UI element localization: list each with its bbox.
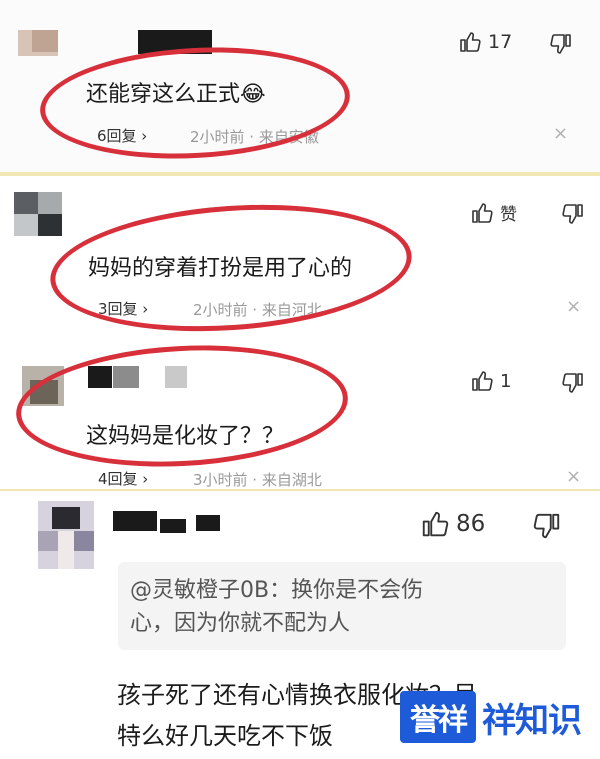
watermark-text: 祥知识 (482, 700, 582, 741)
thumbs-up-icon (472, 202, 493, 223)
replies-button[interactable]: 6回复 › (97, 125, 147, 146)
avatar[interactable] (18, 30, 58, 56)
username-redacted (165, 366, 187, 388)
username-redacted (113, 366, 139, 388)
avatar-blur (30, 380, 58, 404)
like-count: 86 (456, 511, 486, 537)
comment-text: 还能穿这么正式😂 (86, 82, 266, 107)
avatar[interactable] (14, 192, 62, 236)
username-redacted (113, 511, 157, 531)
comment-meta: 2小时前 · 来自河北 (193, 301, 322, 319)
laughing-emoji-icon: 😂 (240, 82, 266, 107)
close-icon[interactable]: × (553, 123, 568, 144)
dislike-button[interactable] (532, 511, 562, 545)
close-icon[interactable]: × (566, 296, 581, 317)
avatar-blur (52, 507, 80, 529)
thumbs-up-icon (422, 511, 449, 537)
like-button[interactable]: 1 (470, 369, 511, 393)
like-label: 赞 (500, 205, 517, 225)
comment-text: 妈妈的穿着打扮是用了心的 (88, 256, 353, 281)
like-button[interactable]: 赞 (470, 200, 517, 225)
watermark-logo: 誉祥 (400, 691, 476, 743)
replies-button[interactable]: 4回复 › (98, 468, 148, 489)
username-redacted (196, 515, 220, 531)
thumbs-down-icon (550, 34, 571, 54)
comment-text: 这妈妈是化妆了？？ (86, 424, 285, 449)
avatar-blur (38, 214, 62, 236)
username-redacted (88, 366, 112, 388)
username-redacted (138, 30, 212, 54)
quoted-reply-line: 心，因为你就不配为人 (130, 611, 351, 636)
thumbs-down-icon (533, 513, 560, 539)
comment-card-2: 赞 妈妈的穿着打扮是用了心的 3回复 › 2小时前 · 来自河北 × 1 这妈妈… (0, 176, 600, 491)
comment-meta: 2小时前 · 来自安徽 (190, 128, 319, 146)
dislike-button[interactable] (561, 371, 585, 399)
thumbs-up-icon (472, 371, 493, 391)
comment-card-1: 17 还能穿这么正式😂 6回复 › 2小时前 · 来自安徽 × (0, 0, 600, 172)
like-count: 17 (488, 31, 513, 53)
dislike-button[interactable] (561, 202, 585, 230)
avatar-blur (38, 192, 62, 214)
avatar-blur (14, 214, 38, 236)
comment-text-line: 特么好几天吃不下饭 (117, 722, 333, 750)
thumbs-down-icon (562, 204, 583, 224)
avatar-blur (74, 531, 94, 551)
like-button[interactable]: 17 (458, 30, 512, 54)
dislike-button[interactable] (549, 32, 573, 60)
close-icon[interactable]: × (566, 466, 581, 487)
avatar-blur (32, 30, 58, 52)
replies-button[interactable]: 3回复 › (98, 298, 148, 319)
like-count: 1 (500, 370, 512, 392)
avatar-blur (58, 531, 74, 569)
annotation-circle (13, 337, 351, 475)
thumbs-down-icon (562, 373, 583, 393)
avatar[interactable] (22, 366, 64, 406)
avatar[interactable] (38, 501, 94, 569)
quoted-reply-line: @灵敏橙子0B：换你是不会伤 (130, 578, 424, 603)
avatar-blur (14, 192, 38, 214)
watermark: 誉祥 祥知识 (400, 689, 600, 745)
username-redacted (160, 519, 186, 533)
comment-meta: 3小时前 · 来自湖北 (193, 471, 322, 489)
avatar-blur (38, 531, 58, 551)
thumbs-up-icon (460, 32, 481, 52)
quoted-reply: @灵敏橙子0B：换你是不会伤 心，因为你就不配为人 (118, 562, 566, 650)
like-button[interactable]: 86 (420, 509, 485, 539)
